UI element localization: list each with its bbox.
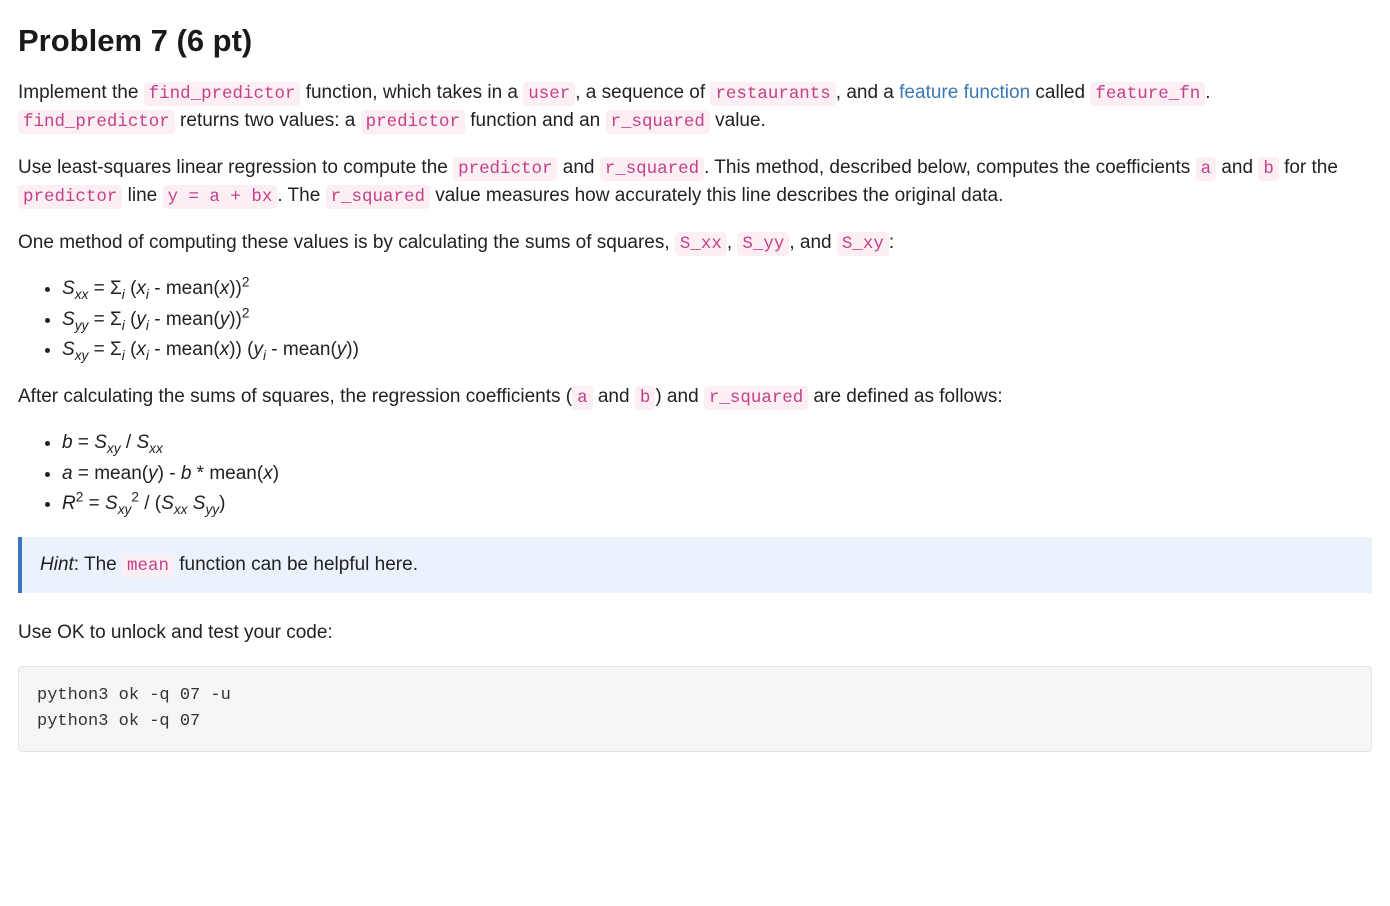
- text: , and: [789, 232, 837, 253]
- code-r-squared: r_squared: [326, 185, 430, 209]
- text: . The: [277, 185, 325, 206]
- text: for the: [1279, 157, 1338, 178]
- code-a: a: [1196, 157, 1216, 181]
- hint-block: Hint: The mean function can be helpful h…: [18, 537, 1372, 594]
- code-r-squared: r_squared: [606, 110, 710, 134]
- formula-sxx: Sxx = Σi (xi - mean(x))2: [62, 275, 1372, 304]
- code-b: b: [1258, 157, 1278, 181]
- text: After calculating the sums of squares, t…: [18, 386, 572, 407]
- feature-function-link[interactable]: feature function: [899, 82, 1030, 103]
- text: function can be helpful here.: [174, 554, 418, 575]
- paragraph-regression: Use least-squares linear regression to c…: [18, 154, 1372, 211]
- text: Implement the: [18, 82, 144, 103]
- text: returns two values: a: [175, 110, 361, 131]
- text: : The: [74, 554, 122, 575]
- text: and: [1216, 157, 1258, 178]
- problem-heading: Problem 7 (6 pt): [18, 18, 1372, 65]
- code-r-squared: r_squared: [704, 386, 808, 410]
- text: Use least-squares linear regression to c…: [18, 157, 453, 178]
- text: , and a: [836, 82, 899, 103]
- code-a: a: [572, 386, 592, 410]
- code-feature-fn: feature_fn: [1090, 82, 1205, 106]
- sums-of-squares-list: Sxx = Σi (xi - mean(x))2 Syy = Σi (yi - …: [18, 275, 1372, 365]
- text: and: [557, 157, 599, 178]
- code-mean: mean: [122, 554, 174, 578]
- text: are defined as follows:: [808, 386, 1002, 407]
- text: One method of computing these values is …: [18, 232, 675, 253]
- text: line: [122, 185, 162, 206]
- code-syy: S_yy: [737, 232, 789, 256]
- text: value measures how accurately this line …: [430, 185, 1003, 206]
- code-find-predictor: find_predictor: [18, 110, 175, 134]
- code-sxx: S_xx: [675, 232, 727, 256]
- text: ,: [727, 232, 738, 253]
- paragraph-coeffs: After calculating the sums of squares, t…: [18, 383, 1372, 412]
- text: , a sequence of: [575, 82, 710, 103]
- code-sxy: S_xy: [837, 232, 889, 256]
- formula-sxy: Sxy = Σi (xi - mean(x)) (yi - mean(y)): [62, 336, 1372, 365]
- code-restaurants: restaurants: [710, 82, 835, 106]
- code-line: y = a + bx: [163, 185, 278, 209]
- code-b: b: [635, 386, 655, 410]
- text: value.: [710, 110, 766, 131]
- text: . This method, described below, computes…: [704, 157, 1195, 178]
- formula-r2: R2 = Sxy2 / (Sxx Syy): [62, 490, 1372, 519]
- paragraph-ok: Use OK to unlock and test your code:: [18, 619, 1372, 648]
- code-find-predictor: find_predictor: [144, 82, 301, 106]
- code-predictor: predictor: [361, 110, 465, 134]
- text: function and an: [465, 110, 606, 131]
- formula-syy: Syy = Σi (yi - mean(y))2: [62, 306, 1372, 335]
- paragraph-sums: One method of computing these values is …: [18, 229, 1372, 258]
- text: .: [1205, 82, 1210, 103]
- hint-label: Hint: [40, 554, 74, 575]
- code-user: user: [523, 82, 575, 106]
- ok-commands-codeblock: python3 ok -q 07 -u python3 ok -q 07: [18, 666, 1372, 753]
- formula-a: a = mean(y) - b * mean(x): [62, 460, 1372, 489]
- text: and: [593, 386, 635, 407]
- code-predictor: predictor: [18, 185, 122, 209]
- formula-b: b = Sxy / Sxx: [62, 429, 1372, 458]
- text: called: [1030, 82, 1090, 103]
- code-r-squared: r_squared: [600, 157, 704, 181]
- text: function, which takes in a: [300, 82, 523, 103]
- code-predictor: predictor: [453, 157, 557, 181]
- paragraph-intro: Implement the find_predictor function, w…: [18, 79, 1372, 136]
- text: :: [889, 232, 894, 253]
- coeffs-list: b = Sxy / Sxx a = mean(y) - b * mean(x) …: [18, 429, 1372, 519]
- text: ) and: [655, 386, 704, 407]
